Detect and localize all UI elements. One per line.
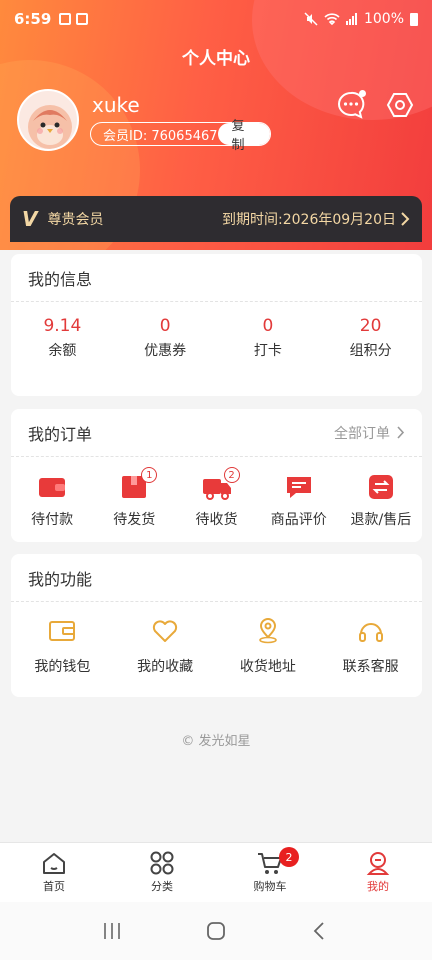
info-checkin[interactable]: 0 打卡 [217,316,320,360]
tab-label: 购物车 [253,880,287,893]
order-label: 待发货 [113,512,156,528]
func-label: 收货地址 [239,659,296,675]
settings-button[interactable] [385,90,415,120]
order-refund[interactable]: 退款/售后 [340,473,422,529]
grid-icon [150,851,174,875]
info-label: 余额 [48,343,77,359]
mute-icon [304,12,318,26]
notification-icon [59,13,72,25]
all-orders-label: 全部订单 [334,425,390,442]
info-label: 组积分 [349,343,392,359]
tab-home[interactable]: 首页 [0,843,108,902]
order-pending-shipment[interactable]: 1 待发货 [93,467,175,529]
order-label: 退款/售后 [350,512,412,528]
my-info-card: 我的信息 9.14 余额 0 优惠券 0 打卡 20 组积分 [11,254,422,396]
order-pending-receipt[interactable]: 2 待收货 [175,467,257,529]
headset-icon [358,623,383,642]
bottom-tab-bar: 首页 分类 购物车 2 我的 [0,842,432,902]
my-info-header: 我的信息 [11,254,422,302]
info-balance[interactable]: 9.14 余额 [11,316,114,360]
status-bar: 6:59 100% [0,0,432,38]
battery-percent: 100% [363,11,404,27]
order-reviews[interactable]: 商品评价 [258,473,340,529]
info-label: 优惠券 [144,343,187,359]
tab-label: 首页 [43,880,65,893]
heart-icon [153,620,178,642]
func-customer-service[interactable]: 联系客服 [319,618,422,676]
info-coupons[interactable]: 0 优惠券 [114,316,217,360]
func-wallet[interactable]: 我的钱包 [11,618,114,676]
func-favorites[interactable]: 我的收藏 [114,618,217,676]
vip-label: 尊贵会员 [47,212,104,228]
copyright: © 发光如星 [181,734,251,749]
my-orders-title: 我的订单 [28,424,93,444]
cart-badge: 2 [279,847,299,867]
vip-expire-date: 到期时间:2026年09月20日 [222,212,396,228]
tab-mine[interactable]: 我的 [324,843,432,902]
vip-logo-icon: V [22,207,38,231]
func-label: 联系客服 [342,659,399,675]
func-address[interactable]: 收货地址 [217,618,320,676]
all-orders-link[interactable]: 全部订单 [334,423,405,443]
my-functions-header: 我的功能 [11,554,422,602]
my-functions-title: 我的功能 [28,569,93,589]
tab-categories[interactable]: 分类 [108,843,216,902]
location-icon [259,618,277,644]
order-badge: 2 [223,467,240,483]
comment-icon [286,477,311,498]
home-icon [43,853,65,874]
unread-dot [359,90,366,97]
settings-icon [386,93,414,117]
info-value: 20 [359,316,382,336]
battery-icon [410,12,418,26]
my-functions-card: 我的功能 我的钱包 我的收藏 收货地址 联系客服 [11,554,422,697]
my-orders-card: 我的订单 全部订单 待付款 1 待发货 2 待收货 商品评价 退款/售后 [11,409,422,542]
vip-bar[interactable]: V 尊贵会员 到期时间:2026年09月20日 [10,196,422,242]
username: xuke [92,93,140,117]
page-title: 个人中心 [182,49,250,69]
user-icon [366,852,390,875]
member-id-pill: 会员ID: 76065467 复制 [90,119,271,153]
my-orders-header: 我的订单 全部订单 [11,409,422,457]
tab-label: 分类 [151,880,173,893]
message-button[interactable] [336,90,366,120]
info-value: 0 [159,316,171,336]
order-label: 商品评价 [270,512,327,528]
func-label: 我的收藏 [137,659,194,675]
info-value: 0 [262,316,274,336]
chevron-right-icon [401,212,410,226]
wifi-icon [324,13,340,26]
func-label: 我的钱包 [34,659,91,675]
image-notification-icon [76,13,89,25]
member-id: 会员ID: 76065467 [103,128,218,144]
my-info-title: 我的信息 [28,269,93,289]
back-icon[interactable] [309,920,331,942]
signal-icon [345,13,357,25]
copy-button[interactable]: 复制 [217,119,270,153]
order-badge: 1 [141,467,158,483]
info-label: 打卡 [253,343,282,359]
tab-label: 我的 [367,880,389,893]
wallet-icon [39,478,66,497]
order-pending-payment[interactable]: 待付款 [11,473,93,529]
info-value: 9.14 [43,316,82,336]
chevron-right-icon [397,426,405,439]
order-label: 待付款 [31,512,74,528]
tab-cart[interactable]: 购物车 2 [216,843,324,902]
info-points[interactable]: 20 组积分 [319,316,422,360]
wallet-icon [49,621,76,641]
home-nav-icon[interactable] [205,920,227,942]
order-label: 待收货 [195,512,238,528]
refund-icon [368,475,393,499]
avatar[interactable] [17,89,79,151]
recent-apps-icon[interactable] [101,921,123,941]
status-time: 6:59 [14,10,52,28]
system-nav-bar [0,902,432,960]
